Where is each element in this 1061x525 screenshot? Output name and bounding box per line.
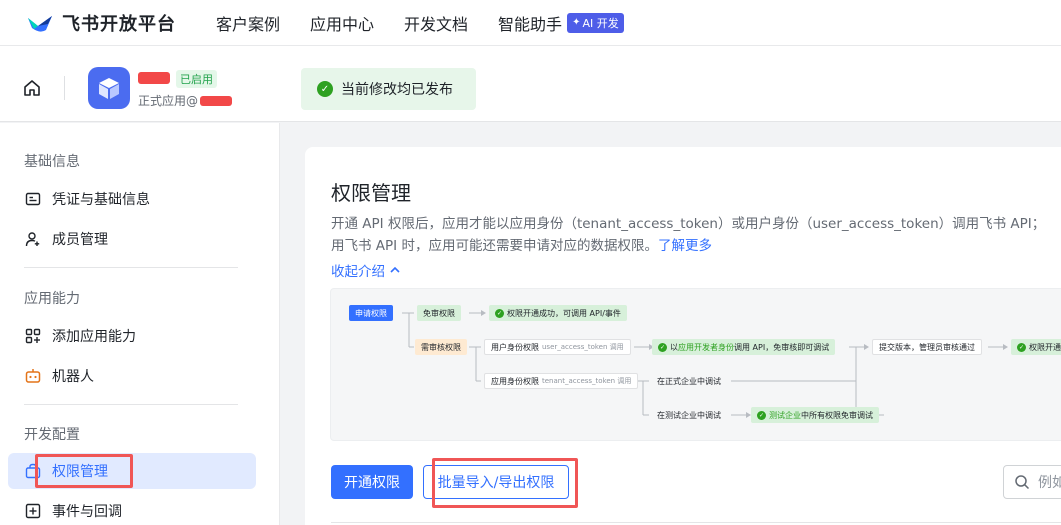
check-circle-icon: ✓ — [317, 81, 333, 97]
flow-step-user-result-a: 以 — [670, 342, 678, 352]
check-circle-icon: ✓ — [757, 410, 766, 420]
check-circle-icon: ✓ — [495, 308, 504, 318]
flow-step-final: ✓权限开通成 — [1011, 339, 1061, 355]
sidebar-item-label: 权限管理 — [52, 464, 108, 480]
sidebar-item-add-capability[interactable]: 添加应用能力 — [8, 318, 256, 354]
sidebar-item-credentials[interactable]: 凭证与基础信息 — [8, 181, 256, 217]
flow-step-submit: 提交版本，管理员审核通过 — [872, 339, 982, 355]
sidebar-item-label: 机器人 — [52, 369, 94, 385]
sidebar-item-robot[interactable]: 机器人 — [8, 358, 256, 394]
collapse-intro-button[interactable]: 收起介绍 — [331, 260, 401, 280]
permission-flow-diagram: 申请权限 免审权限 ✓ 权限开通成功，可调用 API/事件 需审核权限 用户身份权… — [330, 288, 1061, 441]
sidebar-item-members[interactable]: 成员管理 — [8, 221, 256, 257]
cube-icon — [99, 78, 119, 99]
sparkle-icon: ✦ — [572, 17, 581, 28]
sidebar-group-dev-config: 开发配置 — [24, 427, 80, 443]
app-icon — [88, 67, 130, 109]
flow-step-apply: 申请权限 — [349, 305, 393, 321]
divider — [64, 76, 65, 100]
sidebar-item-label: 凭证与基础信息 — [52, 192, 150, 208]
redacted-app-name — [138, 71, 170, 84]
flow-step-user-result-b: 应用开发者身份 — [678, 342, 734, 352]
flow-step-user-result: ✓ 以应用开发者身份 调用 API，免审核即可调试 — [652, 339, 836, 355]
flow-step-free-result: ✓ 权限开通成功，可调用 API/事件 — [489, 305, 627, 321]
enable-permission-button[interactable]: 开通权限 — [331, 465, 413, 499]
event-icon — [24, 502, 42, 520]
published-notice: ✓ 当前修改均已发布 — [301, 68, 476, 110]
app-name — [138, 70, 170, 85]
permission-card: 权限管理 开通 API 权限后，应用才能以应用身份（tenant_access_… — [305, 147, 1061, 525]
app-header: 已启用 正式应用@ ✓ 当前修改均已发布 — [0, 46, 1061, 122]
page-title: 权限管理 — [331, 181, 411, 205]
chevron-up-icon — [390, 266, 400, 273]
permission-icon — [24, 462, 42, 480]
flow-step-test-result-a: 测试企业 — [769, 410, 801, 420]
robot-icon — [24, 367, 42, 385]
feishu-logo-icon — [28, 15, 52, 32]
logo[interactable]: 飞书开放平台 — [26, 10, 186, 36]
flow-step-user-identity: 用户身份权限 user_access_token 调用 — [484, 339, 631, 355]
app-subtitle-label: 正式应用@ — [138, 94, 199, 108]
table-top-border — [331, 522, 1061, 523]
search-icon — [1015, 475, 1030, 490]
member-icon — [24, 230, 42, 248]
batch-import-export-button[interactable]: 批量导入/导出权限 — [423, 465, 569, 499]
sidebar: 基础信息 凭证与基础信息 成员管理 应用能力 添加应用能力 机器人 开发配置 权… — [0, 123, 280, 525]
app-subtitle: 正式应用@ — [138, 92, 233, 109]
sidebar-item-label: 成员管理 — [52, 232, 108, 248]
home-icon[interactable] — [22, 78, 42, 98]
nav-assistant[interactable]: 智能助手 ✦ AI 开发 — [498, 11, 624, 35]
flow-step-review: 需审核权限 — [415, 339, 467, 355]
sidebar-item-label: 事件与回调 — [52, 504, 122, 520]
ai-badge: ✦ AI 开发 — [567, 12, 624, 33]
description-text: 用飞书 API 时，应用可能还需要申请对应的数据权限。 — [331, 238, 658, 254]
published-notice-text: 当前修改均已发布 — [341, 82, 453, 98]
logo-text: 飞书开放平台 — [62, 13, 176, 35]
credential-icon — [24, 190, 42, 208]
flow-step-app-identity-text: 应用身份权限 — [491, 376, 539, 386]
flow-step-final-text: 权限开通成 — [1029, 342, 1061, 352]
sidebar-item-label: 添加应用能力 — [52, 329, 136, 345]
search-placeholder: 例如 — [1038, 475, 1061, 491]
check-circle-icon: ✓ — [658, 342, 667, 352]
flow-step-test-debug: 在测试企业中调试 — [657, 410, 721, 420]
flow-step-user-result-c: 调用 API，免审核即可调试 — [734, 342, 830, 352]
top-nav: 飞书开放平台 客户案例 应用中心 开发文档 智能助手 ✦ AI 开发 — [0, 0, 1061, 46]
flow-step-app-identity: 应用身份权限 tenant_access_token 调用 — [484, 373, 639, 389]
flow-step-test-result-b: 中所有权限免审调试 — [801, 410, 873, 420]
nav-customer-cases[interactable]: 客户案例 — [216, 11, 280, 35]
flow-step-tenant-token: tenant_access_token 调用 — [542, 377, 632, 385]
sidebar-group-basic: 基础信息 — [24, 154, 80, 170]
nav-dev-docs[interactable]: 开发文档 — [404, 11, 468, 35]
redacted-app-id — [200, 95, 233, 106]
flow-step-user-token: user_access_token 调用 — [542, 343, 624, 351]
nav-assistant-label: 智能助手 — [498, 14, 563, 34]
sidebar-item-permissions[interactable]: 权限管理 — [8, 453, 256, 489]
add-capability-icon — [24, 327, 42, 345]
sidebar-item-events[interactable]: 事件与回调 — [8, 493, 256, 525]
flow-step-prod-debug: 在正式企业中调试 — [657, 376, 721, 386]
status-badge: 已启用 — [176, 70, 217, 88]
description-line-1: 开通 API 权限后，应用才能以应用身份（tenant_access_token… — [331, 216, 1046, 232]
check-circle-icon: ✓ — [1017, 342, 1026, 352]
collapse-intro-label: 收起介绍 — [331, 264, 385, 280]
flow-step-user-identity-text: 用户身份权限 — [491, 342, 539, 352]
flow-step-test-result: ✓ 测试企业 中所有权限免审调试 — [751, 407, 879, 423]
permission-search-input[interactable]: 例如 — [1003, 465, 1061, 499]
sidebar-group-capabilities: 应用能力 — [24, 291, 80, 307]
ai-badge-label: AI 开发 — [582, 16, 619, 30]
flow-step-free-result-text: 权限开通成功，可调用 API/事件 — [507, 308, 621, 318]
sidebar-divider — [24, 404, 238, 405]
nav-app-center[interactable]: 应用中心 — [310, 11, 374, 35]
sidebar-divider — [24, 267, 238, 268]
description-line-2: 用飞书 API 时，应用可能还需要申请对应的数据权限。了解更多 — [331, 235, 1061, 257]
flow-step-free: 免审权限 — [417, 305, 461, 321]
learn-more-link[interactable]: 了解更多 — [658, 238, 712, 254]
